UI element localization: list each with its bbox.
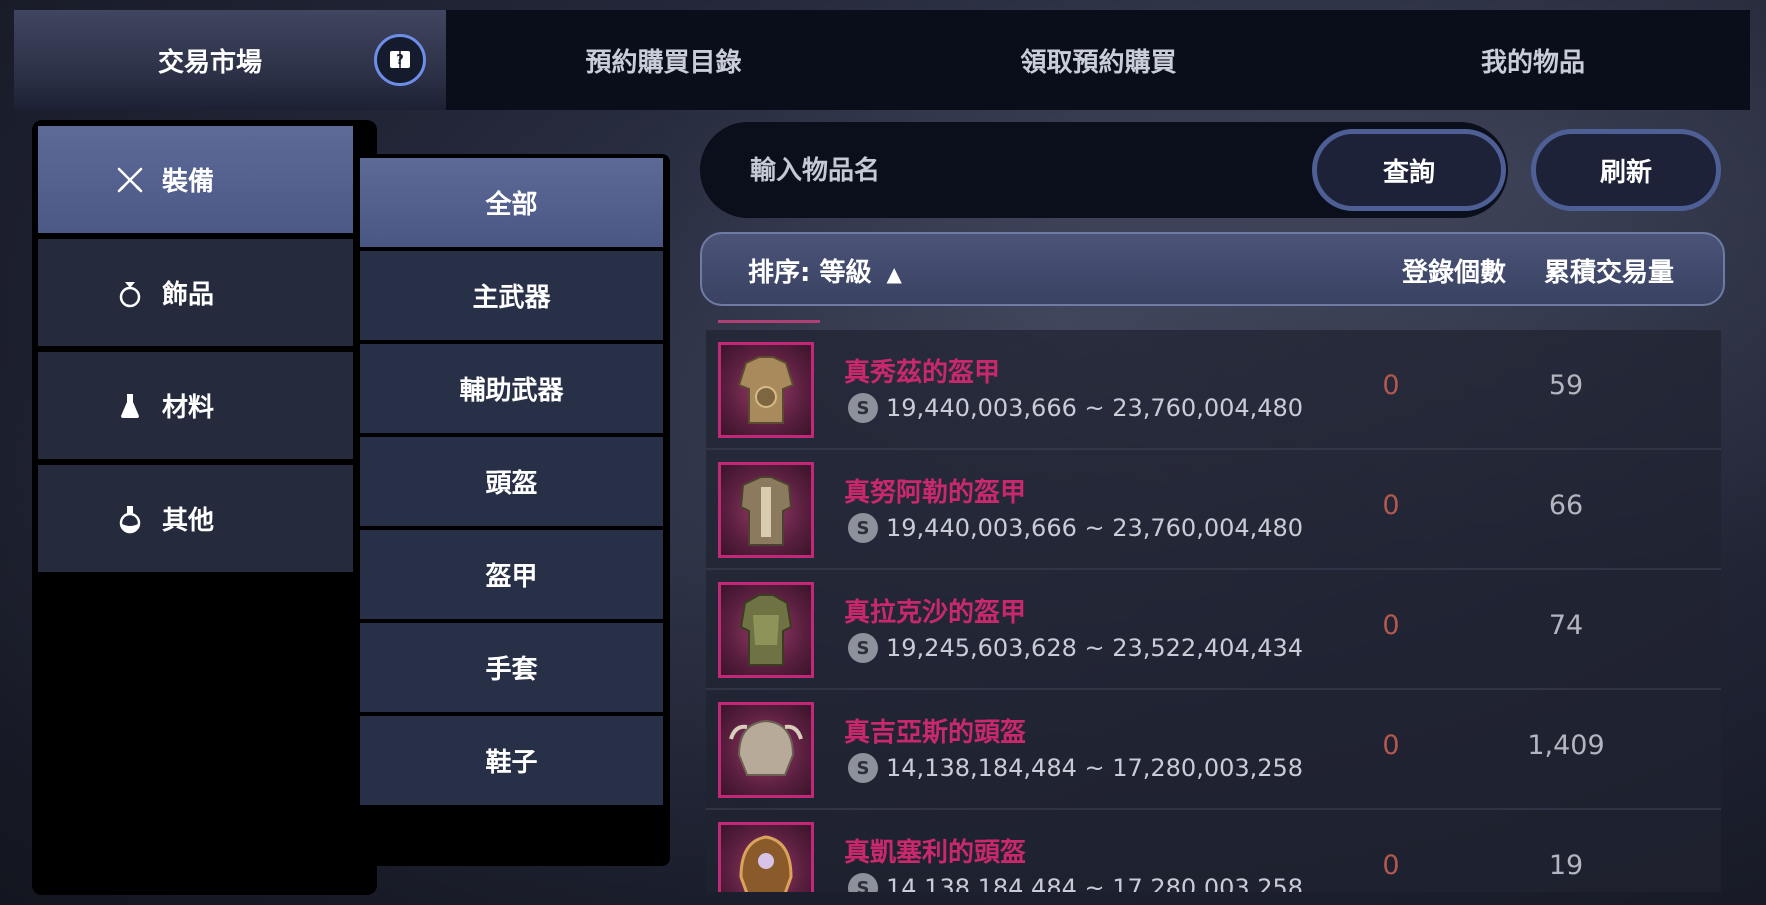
subcategory-all[interactable]: 全部 bbox=[360, 158, 663, 247]
item-price-range: 19,245,603,628 ~ 23,522,404,434 bbox=[886, 634, 1304, 662]
subcategory-label: 手套 bbox=[485, 655, 538, 685]
item-total-volume: 74 bbox=[1548, 610, 1584, 641]
category-label: 裝備 bbox=[162, 167, 215, 197]
silver-coin-icon: S bbox=[848, 873, 878, 892]
item-name: 真凱塞利的頭盔 bbox=[844, 838, 1027, 868]
sort-level-button[interactable]: 排序: 等級 ▲ bbox=[748, 252, 902, 289]
item-listed-count: 0 bbox=[1382, 850, 1400, 881]
subcategory-label: 盔甲 bbox=[485, 562, 538, 592]
subcategory-panel: 全部 主武器 輔助武器 頭盔 盔甲 手套 鞋子 bbox=[355, 154, 670, 866]
category-panel: 裝備 飾品 材料 其他 bbox=[32, 120, 377, 895]
item-list: 真秀茲的盔甲 S 19,440,003,666 ~ 23,760,004,480… bbox=[706, 320, 1721, 892]
item-listed-count: 0 bbox=[1382, 610, 1400, 641]
query-label: 查詢 bbox=[1382, 157, 1435, 188]
subcategory-armor[interactable]: 盔甲 bbox=[360, 530, 663, 619]
scroll-indicator bbox=[718, 320, 820, 323]
subcategory-sub-weapon[interactable]: 輔助武器 bbox=[360, 344, 663, 433]
category-equipment[interactable]: 裝備 bbox=[38, 126, 353, 233]
search-bar: 查詢 bbox=[700, 122, 1508, 218]
subcategory-label: 全部 bbox=[485, 190, 538, 220]
item-name: 真吉亞斯的頭盔 bbox=[844, 718, 1027, 748]
svg-text:?: ? bbox=[396, 53, 404, 68]
flask-icon bbox=[114, 390, 146, 422]
tab-label: 我的物品 bbox=[1480, 47, 1585, 78]
tab-my-items[interactable]: 我的物品 bbox=[1316, 10, 1750, 110]
tab-label: 預約購買目錄 bbox=[585, 47, 742, 78]
item-name: 真努阿勒的盔甲 bbox=[844, 478, 1027, 508]
item-name: 真秀茲的盔甲 bbox=[844, 358, 1001, 388]
tab-reserve-list[interactable]: 預約購買目錄 bbox=[446, 10, 881, 110]
subcategory-label: 鞋子 bbox=[485, 748, 538, 778]
item-total-volume: 19 bbox=[1548, 850, 1584, 881]
item-total-volume: 1,409 bbox=[1527, 730, 1605, 761]
item-price-range: 14,138,184,484 ~ 17,280,003,258 bbox=[886, 874, 1304, 892]
item-listed-count: 0 bbox=[1382, 730, 1400, 761]
item-price-range: 19,440,003,666 ~ 23,760,004,480 bbox=[886, 514, 1304, 542]
item-listed-count: 0 bbox=[1382, 370, 1400, 401]
silver-coin-icon: S bbox=[848, 633, 878, 663]
silver-coin-icon: S bbox=[848, 393, 878, 423]
category-others[interactable]: 其他 bbox=[38, 465, 353, 572]
search-input[interactable] bbox=[748, 142, 1272, 200]
item-row[interactable]: 真凱塞利的頭盔 S 14,138,184,484 ~ 17,280,003,25… bbox=[706, 810, 1721, 892]
item-price-range: 14,138,184,484 ~ 17,280,003,258 bbox=[886, 754, 1304, 782]
subcategory-label: 輔助武器 bbox=[459, 376, 564, 406]
helmet-icon bbox=[718, 702, 814, 798]
subcategory-main-weapon[interactable]: 主武器 bbox=[360, 251, 663, 340]
refresh-button[interactable]: 刷新 bbox=[1531, 129, 1721, 211]
item-name: 真拉克沙的盔甲 bbox=[844, 598, 1027, 628]
item-row[interactable]: 真吉亞斯的頭盔 S 14,138,184,484 ~ 17,280,003,25… bbox=[706, 690, 1721, 810]
sort-ascending-icon: ▲ bbox=[886, 262, 902, 286]
query-button[interactable]: 查詢 bbox=[1312, 129, 1506, 211]
sort-bar: 排序: 等級 ▲ 登錄個數 累積交易量 bbox=[700, 232, 1725, 306]
category-accessories[interactable]: 飾品 bbox=[38, 239, 353, 346]
category-label: 其他 bbox=[162, 506, 215, 536]
tab-label: 領取預約購買 bbox=[1020, 47, 1177, 78]
item-price-range: 19,440,003,666 ~ 23,760,004,480 bbox=[886, 394, 1304, 422]
armor-icon bbox=[718, 462, 814, 558]
item-row[interactable]: 真努阿勒的盔甲 S 19,440,003,666 ~ 23,760,004,48… bbox=[706, 450, 1721, 570]
item-total-volume: 66 bbox=[1548, 490, 1584, 521]
refresh-label: 刷新 bbox=[1599, 157, 1652, 188]
silver-coin-icon: S bbox=[848, 513, 878, 543]
item-row[interactable]: 真秀茲的盔甲 S 19,440,003,666 ~ 23,760,004,480… bbox=[706, 330, 1721, 450]
armor-icon bbox=[718, 582, 814, 678]
item-listed-count: 0 bbox=[1382, 490, 1400, 521]
tab-claim-reservations[interactable]: 領取預約購買 bbox=[881, 10, 1316, 110]
armor-icon bbox=[718, 342, 814, 438]
category-materials[interactable]: 材料 bbox=[38, 352, 353, 459]
help-book-icon[interactable]: ? bbox=[374, 34, 426, 86]
column-total-volume[interactable]: 累積交易量 bbox=[1544, 252, 1674, 289]
item-total-volume: 59 bbox=[1548, 370, 1584, 401]
subcategory-label: 頭盔 bbox=[485, 469, 538, 499]
subcategory-label: 主武器 bbox=[472, 283, 551, 313]
crossed-swords-icon bbox=[114, 164, 146, 196]
subcategory-shoes[interactable]: 鞋子 bbox=[360, 716, 663, 805]
silver-coin-icon: S bbox=[848, 753, 878, 783]
tab-label: 交易市場 bbox=[157, 47, 262, 78]
column-listed-count[interactable]: 登錄個數 bbox=[1402, 252, 1506, 289]
category-label: 飾品 bbox=[162, 280, 215, 310]
top-tab-bar: 交易市場 ? 預約購買目錄 領取預約購買 我的物品 bbox=[14, 10, 1750, 110]
subcategory-helmet[interactable]: 頭盔 bbox=[360, 437, 663, 526]
subcategory-gloves[interactable]: 手套 bbox=[360, 623, 663, 712]
item-row[interactable]: 真拉克沙的盔甲 S 19,245,603,628 ~ 23,522,404,43… bbox=[706, 570, 1721, 690]
category-label: 材料 bbox=[162, 393, 215, 423]
sort-label: 排序: 等級 bbox=[748, 258, 872, 288]
ring-icon bbox=[114, 277, 146, 309]
helmet-icon bbox=[718, 822, 814, 892]
potion-icon bbox=[114, 503, 146, 535]
